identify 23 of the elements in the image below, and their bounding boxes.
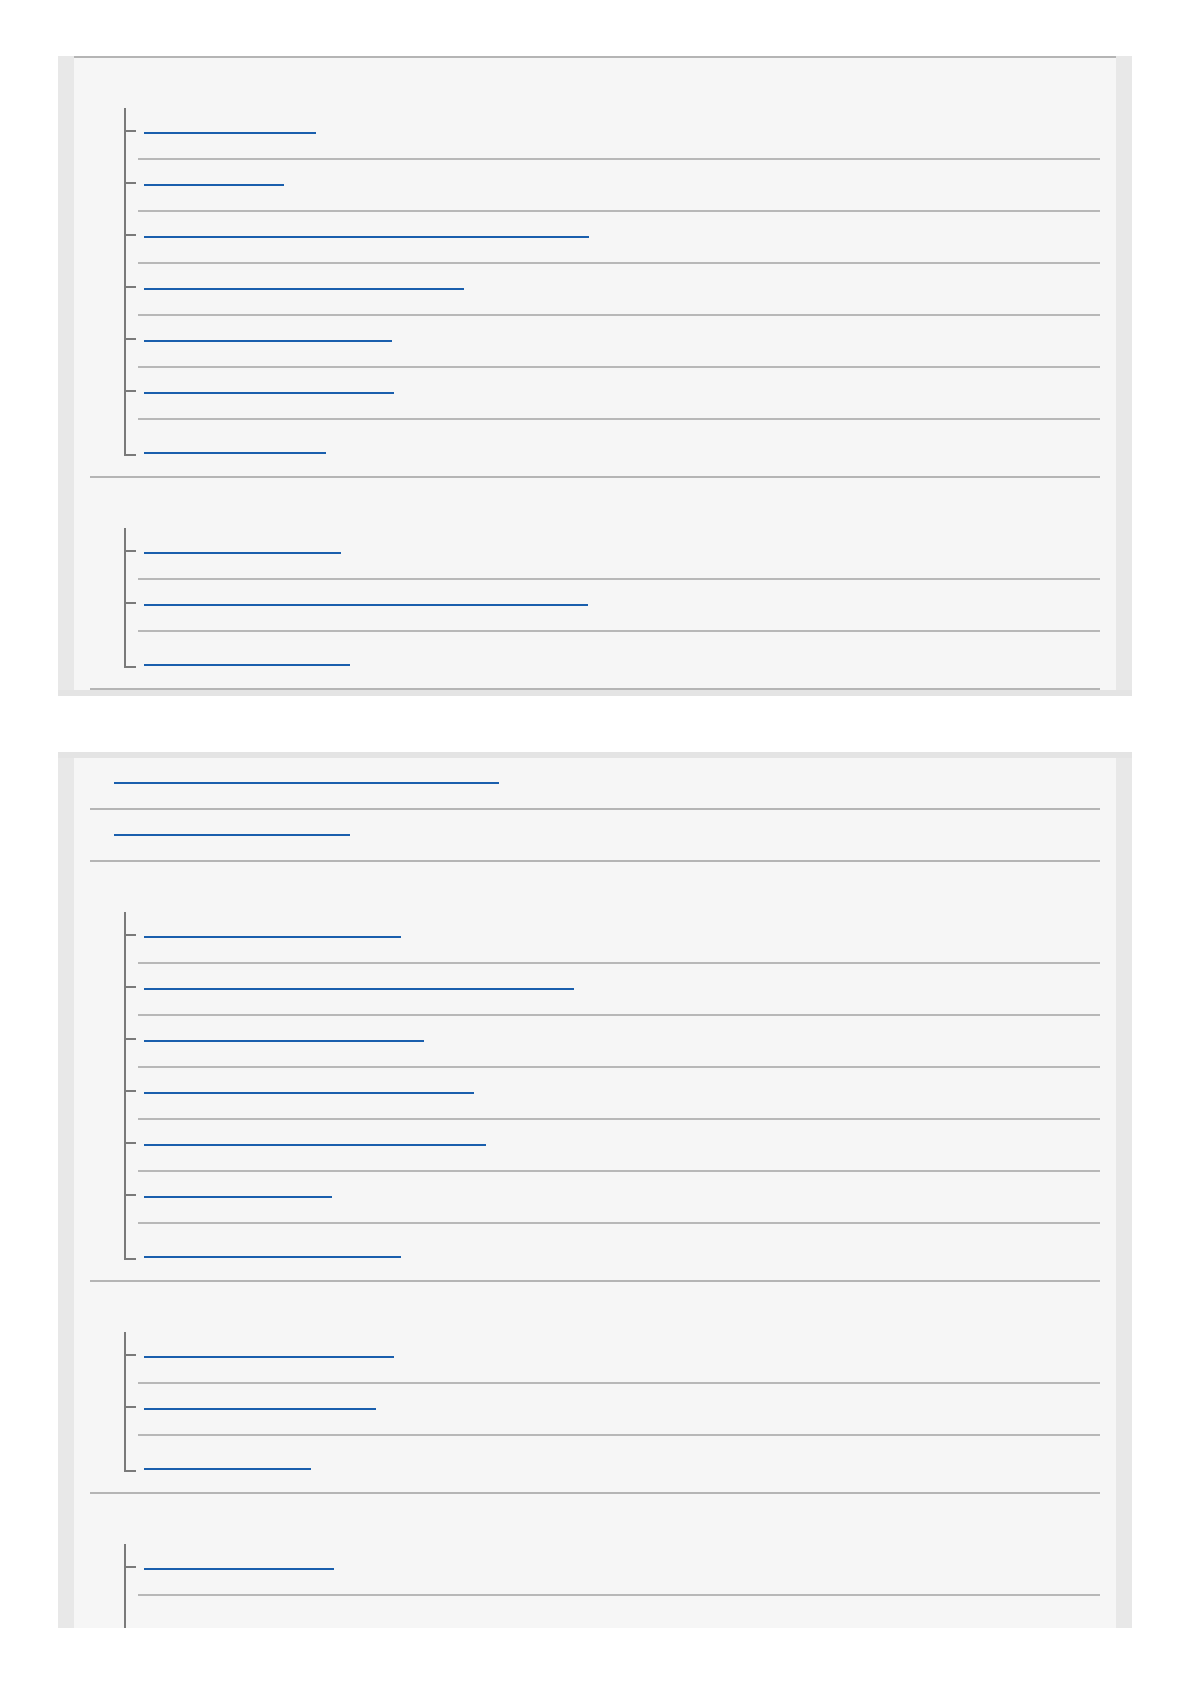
link-underline[interactable] (144, 392, 394, 394)
link-underline[interactable] (114, 834, 350, 836)
link-underline[interactable] (144, 132, 316, 134)
link-underline[interactable] (144, 340, 392, 342)
link-underline[interactable] (144, 664, 350, 666)
link-underline[interactable] (144, 1568, 334, 1570)
link-underline[interactable] (144, 988, 574, 990)
link-underline[interactable] (144, 1468, 311, 1470)
link-underline[interactable] (144, 1040, 424, 1042)
link-underline[interactable] (144, 1356, 394, 1358)
link-underline[interactable] (144, 288, 464, 290)
link-underline[interactable] (114, 782, 499, 784)
link-underline[interactable] (144, 1092, 474, 1094)
link-underline[interactable] (144, 552, 341, 554)
link-underline[interactable] (144, 604, 588, 606)
link-underline[interactable] (144, 1144, 486, 1146)
link-underline[interactable] (144, 1408, 376, 1410)
link-underline[interactable] (144, 1196, 332, 1198)
link-underline[interactable] (144, 936, 401, 938)
link-underline[interactable] (144, 452, 326, 454)
link-underline[interactable] (144, 1256, 401, 1258)
link-underline[interactable] (144, 236, 589, 238)
link-underline[interactable] (144, 184, 284, 186)
